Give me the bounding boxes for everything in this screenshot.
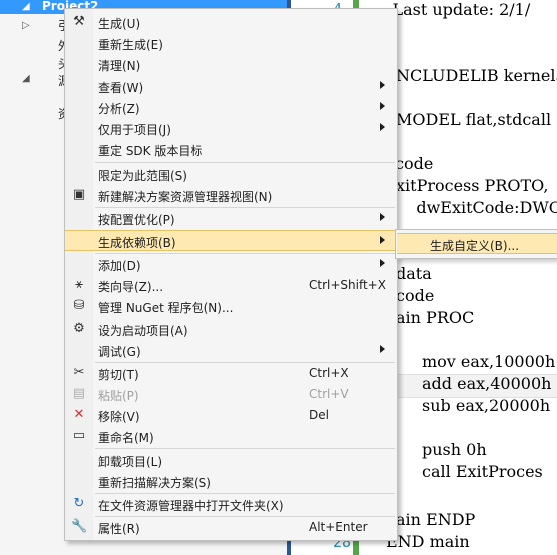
new-view-icon: ▣ [72,187,86,202]
menu-item-label: 调试(G) [98,345,141,359]
menu-item-rescan-solution[interactable]: 重新扫描解决方案(S) [65,471,397,492]
menu-item-retarget-sdk[interactable]: 重定 SDK 版本目标 [65,139,397,160]
expand-arrow-icon[interactable]: ◢ [22,1,30,12]
menu-item-label: 仅用于项目(J) [98,123,171,137]
rename-icon: ▭ [72,428,86,443]
menu-item-label: 限定为此范围(S) [98,169,187,183]
menu-item-properties[interactable]: 🔧 属性(R) Alt+Enter [65,517,397,538]
code-line: dwExitCode:DWOR [396,198,557,217]
submenu-arrow-icon [380,123,385,131]
submenu-arrow-icon [380,236,385,244]
code-line: ain PROC [396,308,475,327]
menu-item-label: 移除(V) [98,410,140,424]
menu-item-label: 粘贴(P) [98,389,139,403]
menu-item-label: 卸载项目(L) [98,455,163,469]
cut-icon: ✂ [73,365,85,380]
menu-item-shortcut: Ctrl+Shift+X [309,278,386,292]
menu-item-label: 清理(N) [98,59,141,73]
menu-item-label: 管理 NuGet 程序包(N)... [98,301,234,315]
menu-separator [95,448,395,449]
menu-item-project-only[interactable]: 仅用于项目(J) [65,118,397,139]
menu-item-label: 属性(R) [98,522,140,536]
code-line: sub eax,20000h [422,396,551,415]
code-line: call ExitProces [422,462,543,481]
menu-item-label: 生成自定义(B)... [430,239,520,253]
menu-item-class-wizard[interactable]: ⚹ 类向导(Z)... Ctrl+Shift+X [65,275,397,296]
menu-separator [95,162,395,163]
menu-item-label: 剪切(T) [98,368,139,382]
menu-item-remove[interactable]: ✕ 移除(V) Del [65,405,397,426]
wrench-icon: 🔧 [71,519,88,534]
code-line: data [396,264,432,283]
menu-item-rename[interactable]: ▭ 重命名(M) [65,426,397,447]
menu-item-label: 查看(W) [98,81,144,95]
menu-item-label: 按配置优化(P) [98,213,175,227]
menu-item-cut[interactable]: ✂ 剪切(T) Ctrl+X [65,363,397,384]
menu-item-add[interactable]: 添加(D) [65,254,397,275]
menu-item-rebuild[interactable]: 重新生成(E) [65,33,397,54]
menu-item-label: 类向导(Z)... [98,280,164,294]
menu-item-clean[interactable]: 清理(N) [65,54,397,75]
code-line: mov eax,10000h [422,352,556,371]
open-folder-icon: ↻ [73,496,85,511]
menu-item-shortcut: Ctrl+V [309,387,349,401]
menu-item-scope-to-this[interactable]: 限定为此范围(S) [65,164,397,185]
context-menu: ⚒ 生成(U) 重新生成(E) 清理(N) 查看(W) 分析(Z) 仅用于项目(… [64,8,398,541]
menu-item-set-startup[interactable]: ⚙ 设为启动项目(A) [65,319,397,340]
submenu-arrow-icon [380,345,385,353]
menu-item-build-dependencies[interactable]: 生成依赖项(B) [65,230,397,251]
menu-item-pgo[interactable]: 按配置优化(P) [65,208,397,229]
menu-item-manage-nuget[interactable]: ⛁ 管理 NuGet 程序包(N)... [65,296,397,317]
code-line: NCLUDELIB kernel32 [396,66,557,85]
menu-item-label: 分析(Z) [98,102,140,116]
menu-item-label: 重新生成(E) [98,38,163,52]
submenu-arrow-icon [380,102,385,110]
code-line: xitProcess PROTO, [396,176,549,195]
menu-item-analyze[interactable]: 分析(Z) [65,97,397,118]
code-line: ; Last update: 2/1/ [382,0,531,19]
menu-item-label: 重定 SDK 版本目标 [98,144,203,158]
menu-item-shortcut: Del [309,408,329,422]
gear-icon: ⚙ [73,321,85,336]
collapsed-arrow-icon[interactable]: ▷ [22,20,30,31]
class-wizard-icon: ⚹ [75,277,83,292]
menu-item-label: 生成依赖项(B) [98,236,176,250]
submenu-item-build-customizations[interactable]: 生成自定义(B)... [397,233,557,254]
menu-item-label: 添加(D) [98,259,141,273]
menu-item-shortcut: Alt+Enter [309,520,368,534]
code-line: push 0h [422,440,487,459]
paste-icon: ▤ [72,386,86,401]
menu-item-label: 重新扫描解决方案(S) [98,476,211,490]
menu-item-new-explorer-view[interactable]: ▣ 新建解决方案资源管理器视图(N) [65,185,397,206]
menu-item-open-in-explorer[interactable]: ↻ 在文件资源管理器中打开文件夹(X) [65,494,397,515]
code-line: code [396,286,435,305]
menu-item-shortcut: Ctrl+X [309,366,349,380]
menu-item-view[interactable]: 查看(W) [65,76,397,97]
build-dependencies-submenu: 生成自定义(B)... [395,229,557,259]
expanded-arrow-icon[interactable]: ◢ [22,73,30,84]
code-line: add eax,40000h [422,374,552,393]
remove-icon: ✕ [73,407,85,422]
code-line: MODEL flat,stdcall [396,110,552,129]
build-icon: ⚒ [73,14,85,29]
menu-item-label: 新建解决方案资源管理器视图(N) [98,190,273,204]
submenu-arrow-icon [380,81,385,89]
menu-item-label: 生成(U) [98,17,141,31]
submenu-arrow-icon [380,213,385,221]
code-line: ain ENDP [396,510,476,529]
code-line: END main [386,532,470,551]
menu-item-paste[interactable]: ▤ 粘贴(P) Ctrl+V [65,384,397,405]
menu-item-label: 设为启动项目(A) [98,324,188,338]
menu-item-build[interactable]: ⚒ 生成(U) [65,12,397,33]
nuget-icon: ⛁ [73,298,85,313]
menu-item-debug[interactable]: 调试(G) [65,340,397,361]
menu-item-unload-project[interactable]: 卸载项目(L) [65,450,397,471]
menu-item-label: 重命名(M) [98,431,154,445]
menu-item-label: 在文件资源管理器中打开文件夹(X) [98,499,284,513]
submenu-arrow-icon [380,259,385,267]
